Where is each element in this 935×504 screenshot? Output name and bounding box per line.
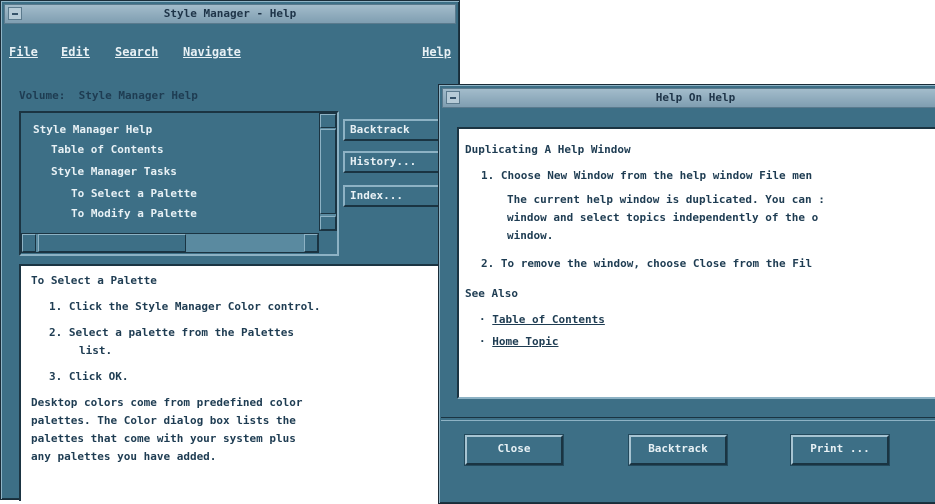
menu-search[interactable]: Search — [115, 45, 158, 59]
menu-bar: File Edit Search Navigate Help — [7, 43, 453, 65]
menu-file[interactable]: File — [9, 45, 38, 59]
volume-name: Style Manager Help — [78, 89, 198, 102]
help-step: 2. To remove the window, choose Close fr… — [481, 257, 813, 270]
backtrack-button[interactable]: Backtrack — [629, 435, 727, 465]
help-step-detail: window. — [507, 229, 554, 242]
content-paragraph-line: palettes that come with your system plus — [31, 432, 296, 445]
menu-help[interactable]: Help — [422, 45, 451, 59]
close-button[interactable]: Close — [465, 435, 563, 465]
topic-item[interactable]: Style Manager Help — [33, 123, 152, 136]
print-button[interactable]: Print ... — [791, 435, 889, 465]
volume-label: Volume: Style Manager Help — [19, 89, 198, 102]
help-step: 1. Choose New Window from the help windo… — [481, 169, 813, 182]
topic-item[interactable]: Style Manager Tasks — [51, 165, 177, 178]
help-on-help-window: Help On Help Duplicating A Help Window 1… — [438, 84, 935, 504]
help-window-title: Help On Help — [655, 91, 736, 104]
scroll-thumb-horizontal[interactable] — [38, 234, 186, 252]
home-topic-link[interactable]: Home Topic — [492, 335, 558, 348]
help-content-pane: To Select a Palette 1. Click the Style M… — [19, 264, 449, 501]
button-separator — [441, 417, 935, 421]
help-step-detail: window and select topics independently o… — [507, 211, 819, 224]
menu-edit[interactable]: Edit — [61, 45, 90, 59]
bullet-icon: · — [479, 335, 486, 348]
help-step-detail: The current help window is duplicated. Y… — [507, 193, 825, 206]
topic-item[interactable]: To Modify a Palette — [71, 207, 197, 220]
link-item: · Table of Contents — [479, 313, 605, 326]
style-manager-help-window: Style Manager - Help File Edit Search Na… — [0, 0, 460, 501]
topic-item[interactable]: Table of Contents — [51, 143, 164, 156]
scroll-thumb[interactable] — [320, 129, 336, 214]
content-paragraph-line: any palettes you have added. — [31, 450, 217, 463]
table-of-contents-link[interactable]: Table of Contents — [492, 313, 605, 326]
bullet-icon: · — [479, 313, 486, 326]
help-heading: Duplicating A Help Window — [465, 143, 631, 156]
help-topic-pane: Duplicating A Help Window 1. Choose New … — [457, 127, 935, 399]
content-step: 1. Click the Style Manager Color control… — [49, 300, 321, 313]
content-step: 2. Select a palette from the Palettes — [49, 326, 295, 339]
help-window-titlebar[interactable]: Help On Help — [442, 88, 935, 108]
window-menu-icon[interactable] — [8, 7, 22, 20]
window-menu-icon[interactable] — [446, 91, 460, 104]
content-step-continuation: list. — [79, 344, 113, 357]
topic-scrollbar-horizontal[interactable] — [21, 233, 319, 253]
content-step: 3. Click OK. — [49, 370, 129, 383]
topic-item[interactable]: To Select a Palette — [71, 187, 197, 200]
scroll-right-arrow[interactable] — [304, 234, 318, 252]
link-item: · Home Topic — [479, 335, 558, 348]
menu-navigate[interactable]: Navigate — [183, 45, 241, 59]
scroll-up-arrow[interactable] — [320, 114, 336, 128]
topic-tree: Style Manager Help Table of Contents Sty… — [19, 111, 339, 256]
topic-scrollbar-vertical[interactable] — [319, 113, 337, 231]
content-paragraph-line: Desktop colors come from predefined colo… — [31, 396, 303, 409]
scroll-down-arrow[interactable] — [320, 216, 336, 230]
see-also-label: See Also — [465, 287, 518, 300]
style-window-titlebar[interactable]: Style Manager - Help — [4, 4, 456, 24]
content-heading: To Select a Palette — [31, 274, 157, 287]
style-window-title: Style Manager - Help — [163, 7, 297, 20]
scroll-left-arrow[interactable] — [22, 234, 36, 252]
content-paragraph-line: palettes. The Color dialog box lists the — [31, 414, 296, 427]
